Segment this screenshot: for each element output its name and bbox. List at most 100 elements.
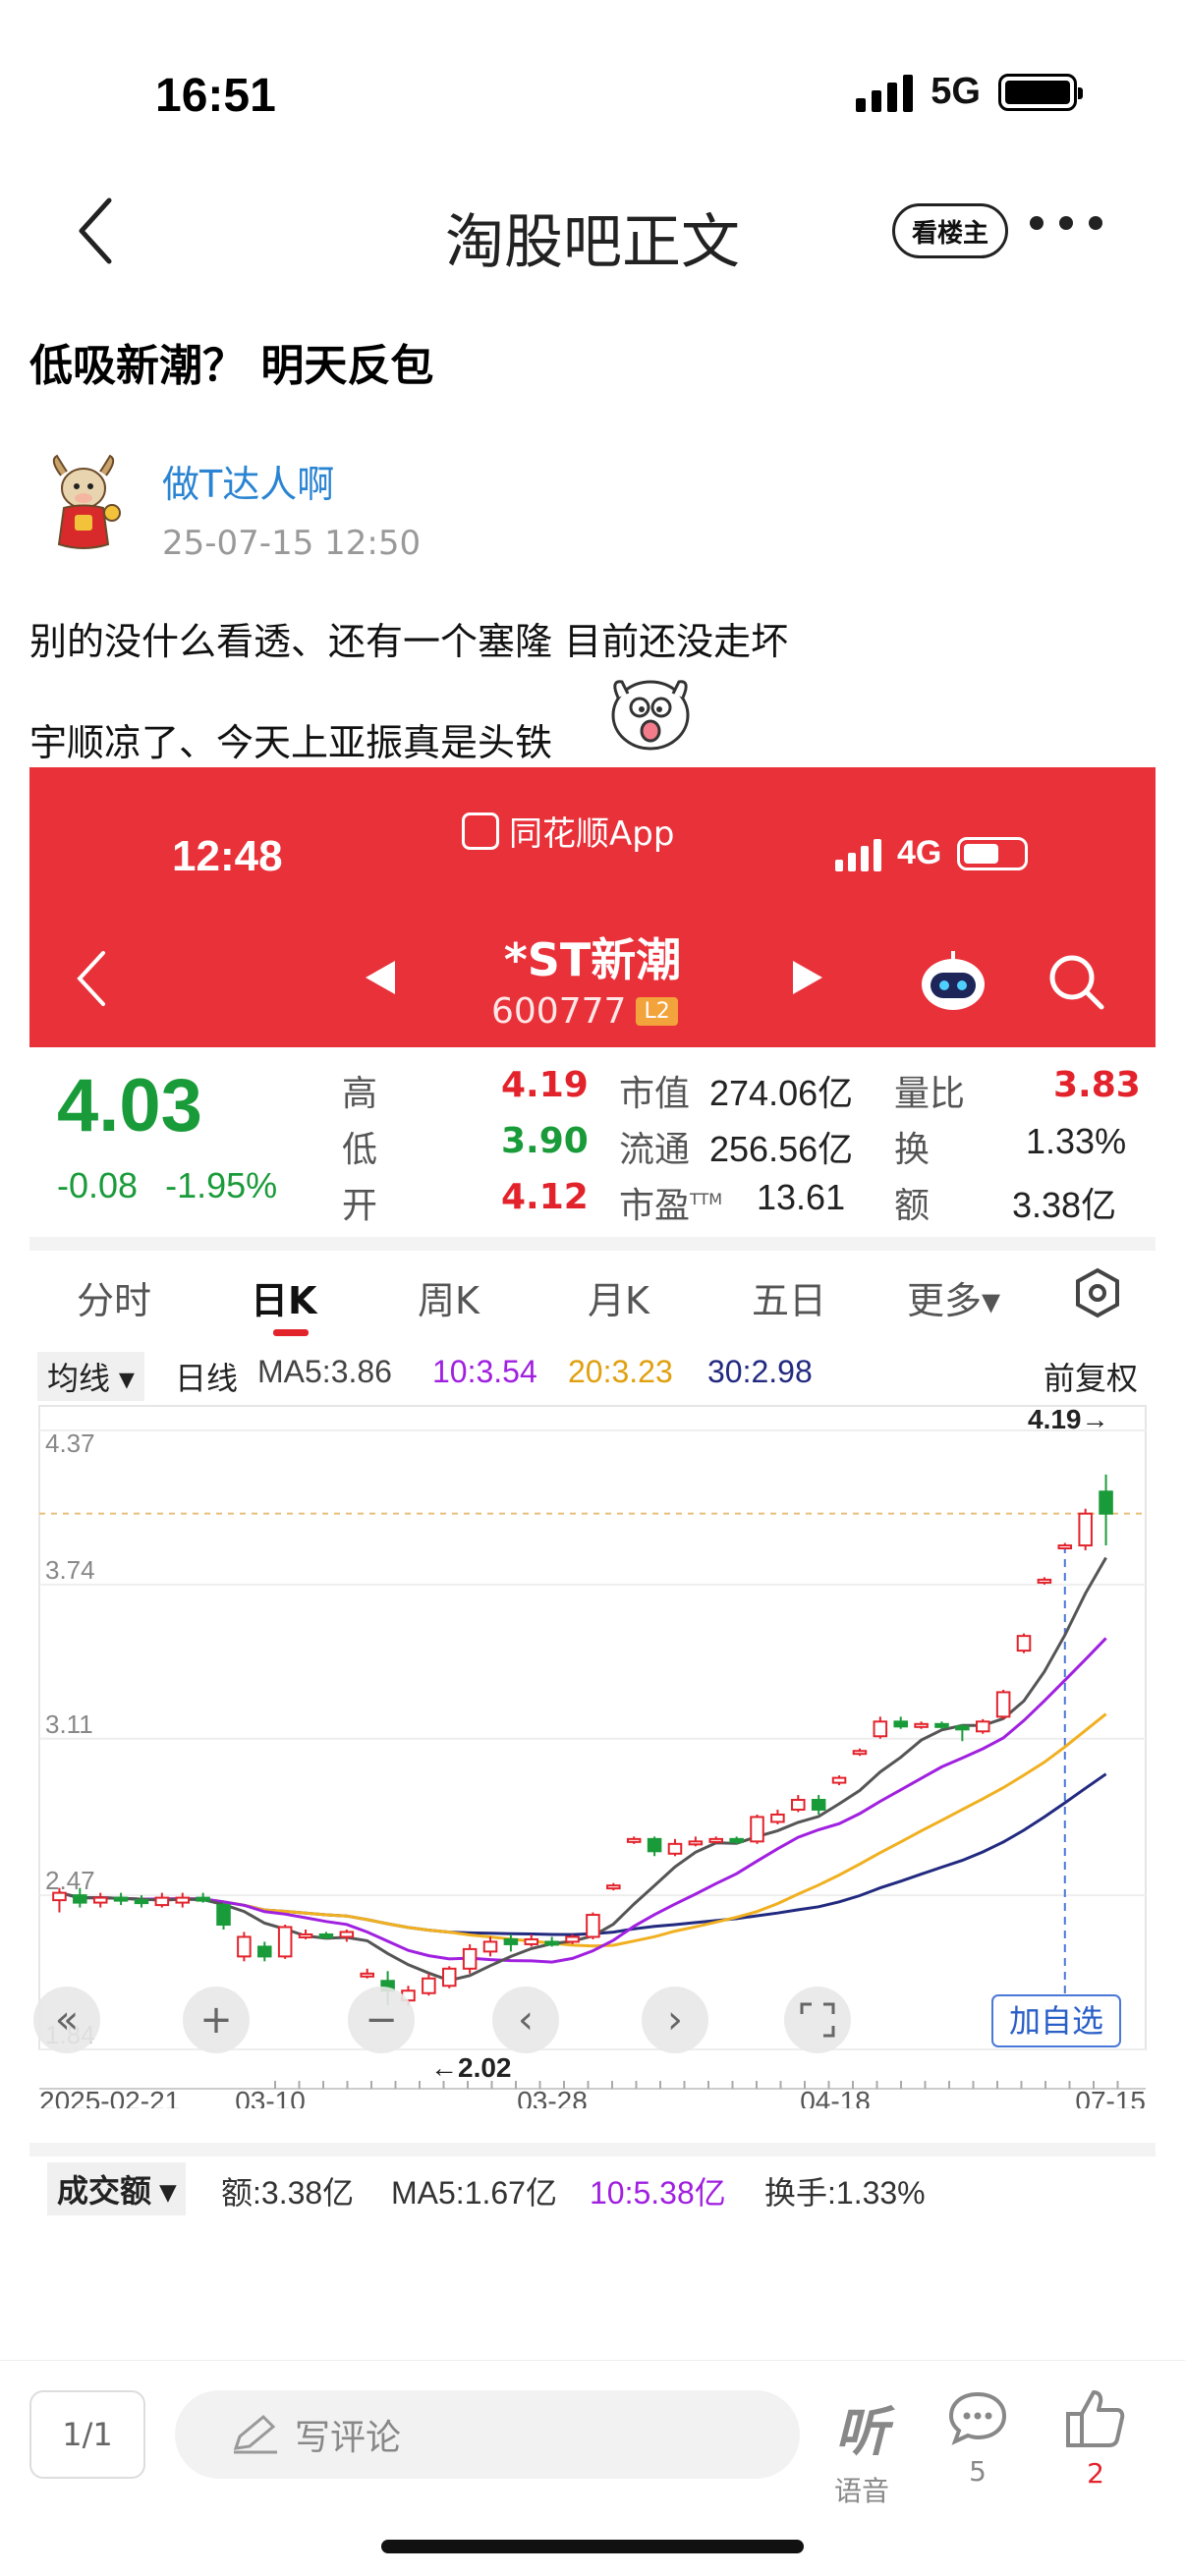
turnover-value: 1.33% — [1026, 1121, 1127, 1161]
candle-body — [257, 1945, 272, 1958]
candle-body — [647, 1837, 662, 1853]
chart-tabs: 分时 日K 周K 月K 五日 更多▾ — [29, 1251, 1156, 1339]
x-tick-label: 04-18 — [800, 2086, 871, 2108]
stock-app-header: 12:48 同花顺App 4G *ST新潮 600777 L2 — [29, 767, 1156, 1047]
post-body-line: 别的没什么看透、还有一个塞隆 目前还没走坏 — [29, 620, 789, 663]
thumbs-up-icon — [1066, 2390, 1125, 2447]
more-options-button[interactable] — [1030, 216, 1102, 230]
scroll-left-button[interactable]: ‹ — [492, 1987, 559, 2053]
amount-label: 额 — [894, 1186, 931, 1226]
level2-badge: L2 — [636, 997, 678, 1026]
y-tick-label: 3.74 — [45, 1555, 95, 1585]
x-tick-label: 03-10 — [235, 2086, 306, 2108]
candle-body — [975, 1720, 990, 1733]
add-to-watchlist-button[interactable]: 加自选 — [991, 1994, 1121, 2047]
likes-count: 2 — [1087, 2457, 1104, 2490]
volume-ratio-value: 3.83 — [1053, 1065, 1141, 1105]
x-tick-label: 07-15 — [1075, 2086, 1146, 2108]
price-change: -0.08 -1.95% — [57, 1165, 277, 1206]
author-name[interactable]: 做T达人啊 — [162, 454, 334, 508]
svg-text:«: « — [55, 1997, 79, 2043]
robot-assistant-icon — [919, 949, 988, 1012]
tab-five-day[interactable]: 五日 — [752, 1270, 826, 1324]
candle-body — [667, 1842, 683, 1855]
candle-body — [708, 1837, 724, 1843]
candle-body — [175, 1896, 191, 1904]
post-time: 25-07-15 12:50 — [162, 524, 422, 563]
tab-daily-k[interactable]: 日K — [251, 1270, 316, 1324]
embedded-stock-screenshot[interactable]: 12:48 同花顺App 4G *ST新潮 600777 L2 4.03 -0.… — [29, 767, 1156, 2359]
embedded-status-icons: 4G — [835, 834, 1029, 872]
pe-ttm-sup: TTM — [690, 1190, 723, 1208]
candle-body — [196, 1896, 210, 1902]
volume-ma5: MA5:1.67亿 — [391, 2175, 557, 2211]
volume-ratio-label: 量比 — [894, 1074, 966, 1114]
low-value: 3.90 — [501, 1121, 589, 1161]
collapse-chart-button[interactable]: « — [33, 1987, 100, 2053]
svg-text:加自选: 加自选 — [1009, 2002, 1103, 2040]
comment-input[interactable]: 写评论 — [175, 2390, 800, 2479]
ma5-line — [59, 1556, 1107, 1983]
open-value: 4.12 — [501, 1177, 589, 1217]
volume-indicator-select[interactable]: 成交额 ▾ — [47, 2162, 186, 2215]
tab-intraday[interactable]: 分时 — [77, 1270, 151, 1324]
volume-legend: 成交额 ▾ 额:3.38亿 MA5:1.67亿 10:5.38亿 换手:1.33… — [29, 2162, 1156, 2221]
indicator-select[interactable]: 均线 ▾ — [37, 1352, 144, 1401]
volume-turnover: 换手:1.33% — [764, 2175, 926, 2211]
amount-value: 3.38亿 — [1012, 1185, 1117, 1225]
candle-body — [1099, 1490, 1113, 1515]
low-label: 低 — [342, 1130, 378, 1170]
battery-icon — [957, 836, 1029, 870]
chart-settings-icon[interactable] — [1071, 1266, 1124, 1323]
post-title: 低吸新潮？ 明天反包 — [29, 341, 434, 391]
ma10-line — [59, 1637, 1107, 1964]
candle-body — [298, 1932, 313, 1938]
stock-code-value: 600777 — [491, 991, 627, 1032]
candle-body — [318, 1932, 334, 1938]
avatar[interactable] — [39, 454, 128, 557]
candle-body — [873, 1720, 888, 1738]
max-price-label: 4.19→ — [1028, 1404, 1109, 1434]
x-tick-label: 03-28 — [517, 2086, 588, 2108]
adjust-mode[interactable]: 前复权 — [1044, 1354, 1138, 1399]
candlestick-chart[interactable]: 4.373.743.112.471.844.19→←2.022025-02-21… — [29, 1401, 1156, 2108]
app-name: 同花顺App — [462, 807, 674, 855]
embedded-status-time: 12:48 — [172, 832, 283, 880]
change-percent: -1.95% — [165, 1165, 278, 1205]
candle-body — [955, 1725, 970, 1731]
status-bar: 16:51 5G — [0, 0, 1185, 177]
y-tick-label: 4.37 — [45, 1428, 95, 1458]
tab-weekly-k[interactable]: 周K — [418, 1270, 480, 1324]
like-button[interactable]: 2 — [1042, 2388, 1150, 2490]
candle-body — [729, 1837, 744, 1843]
pe-label: 市盈TTM — [619, 1186, 723, 1226]
candle-body — [462, 1947, 478, 1970]
listen-icon: 听 — [835, 2401, 888, 2463]
candle-body — [606, 1884, 621, 1890]
ma20-label: 20:3.23 — [568, 1354, 673, 1389]
scroll-right-button[interactable]: › — [642, 1987, 708, 2053]
search-icon — [1046, 952, 1105, 1015]
page-indicator[interactable]: 1/1 — [29, 2390, 145, 2479]
bottom-bar: 1/1 写评论 听 语音 5 2 — [0, 2360, 1185, 2576]
tab-more[interactable]: 更多▾ — [907, 1270, 1000, 1324]
candle-body — [831, 1776, 847, 1784]
candle-body — [52, 1891, 67, 1902]
candle-body — [750, 1816, 764, 1843]
svg-text:+: + — [199, 1997, 233, 2043]
fullscreen-button[interactable] — [784, 1987, 851, 2053]
post-body-line: 宇顺凉了、今天上亚振真是头铁 — [29, 721, 553, 764]
zoom-in-button[interactable]: + — [183, 1987, 250, 2053]
svg-text:›: › — [667, 1997, 683, 2043]
candle-body — [544, 1940, 559, 1946]
zoom-out-button[interactable]: − — [348, 1987, 415, 2053]
comments-button[interactable]: 5 — [924, 2388, 1032, 2488]
ma-legend: 均线 ▾ 日线 MA5:3.86 10:3.54 20:3.23 30:2.98… — [29, 1352, 1156, 1401]
listen-button[interactable]: 听 语音 — [808, 2388, 916, 2509]
view-op-only-button[interactable]: 看楼主 — [892, 203, 1008, 258]
tab-monthly-k[interactable]: 月K — [588, 1270, 649, 1324]
battery-icon — [998, 73, 1083, 111]
candle-body — [237, 1935, 252, 1958]
candle-body — [277, 1926, 293, 1958]
candle-body — [626, 1837, 642, 1843]
